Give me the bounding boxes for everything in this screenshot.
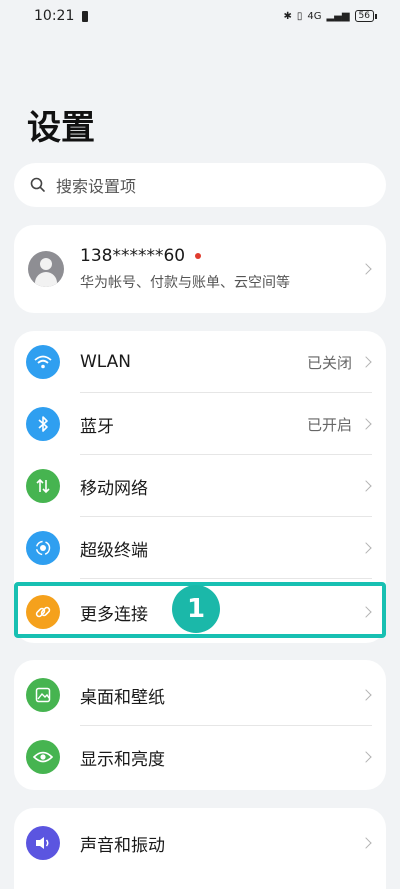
speaker-icon	[26, 826, 60, 860]
bluetooth-status: 已开启	[306, 415, 352, 434]
mobile-data-icon	[26, 469, 60, 503]
eye-icon	[26, 740, 60, 774]
sim-icon	[82, 10, 89, 22]
display-card: 桌面和壁纸 显示和亮度	[14, 660, 386, 790]
settings-item-label: 显示和亮度	[80, 749, 165, 770]
search-input[interactable]: 搜索设置项	[14, 163, 386, 207]
settings-item-wallpaper[interactable]: 桌面和壁纸	[14, 664, 386, 726]
bluetooth-icon	[26, 407, 60, 441]
search-placeholder: 搜索设置项	[56, 177, 137, 196]
network-type: 4G	[307, 10, 322, 22]
settings-item-label: 声音和振动	[80, 835, 165, 856]
settings-item-label: 桌面和壁纸	[80, 687, 165, 708]
settings-item-bluetooth[interactable]: 蓝牙 已开启	[14, 393, 386, 455]
chevron-right-icon	[360, 418, 372, 430]
account-subtitle: 华为帐号、付款与账单、云空间等	[80, 275, 290, 291]
status-bar: 10:21 ✱ ▯ 4G ▂▄▆ 56	[0, 0, 400, 32]
wlan-status: 已关闭	[306, 353, 352, 372]
settings-item-label: 蓝牙	[80, 416, 114, 437]
sound-card: 声音和振动	[14, 808, 386, 889]
vibrate-icon: ▯	[296, 10, 303, 22]
battery-icon: 56	[354, 10, 378, 22]
wifi-icon	[26, 345, 60, 379]
settings-item-sound[interactable]: 声音和振动	[14, 812, 386, 874]
account-card[interactable]: 138******60 华为帐号、付款与账单、云空间等	[14, 225, 386, 313]
chevron-right-icon	[360, 356, 372, 368]
search-icon	[30, 177, 45, 192]
account-name: 138******60	[80, 246, 186, 266]
signal-icon: ▂▄▆	[326, 10, 350, 22]
settings-item-wlan[interactable]: WLAN 已关闭	[14, 331, 386, 393]
notification-dot	[195, 253, 202, 259]
bluetooth-status-icon: ✱	[283, 10, 292, 22]
settings-item-mobile-network[interactable]: 移动网络	[14, 455, 386, 517]
wallpaper-icon	[26, 678, 60, 712]
page-title: 设置	[27, 108, 95, 148]
super-device-icon	[26, 531, 60, 565]
settings-item-label: 移动网络	[80, 478, 148, 499]
settings-item-super-device[interactable]: 超级终端	[14, 517, 386, 579]
settings-item-display[interactable]: 显示和亮度	[14, 726, 386, 788]
step-badge: 1	[172, 585, 220, 633]
avatar	[28, 251, 64, 287]
settings-item-label: 超级终端	[80, 540, 148, 561]
settings-item-label: WLAN	[80, 352, 132, 372]
status-time: 10:21	[34, 8, 75, 24]
